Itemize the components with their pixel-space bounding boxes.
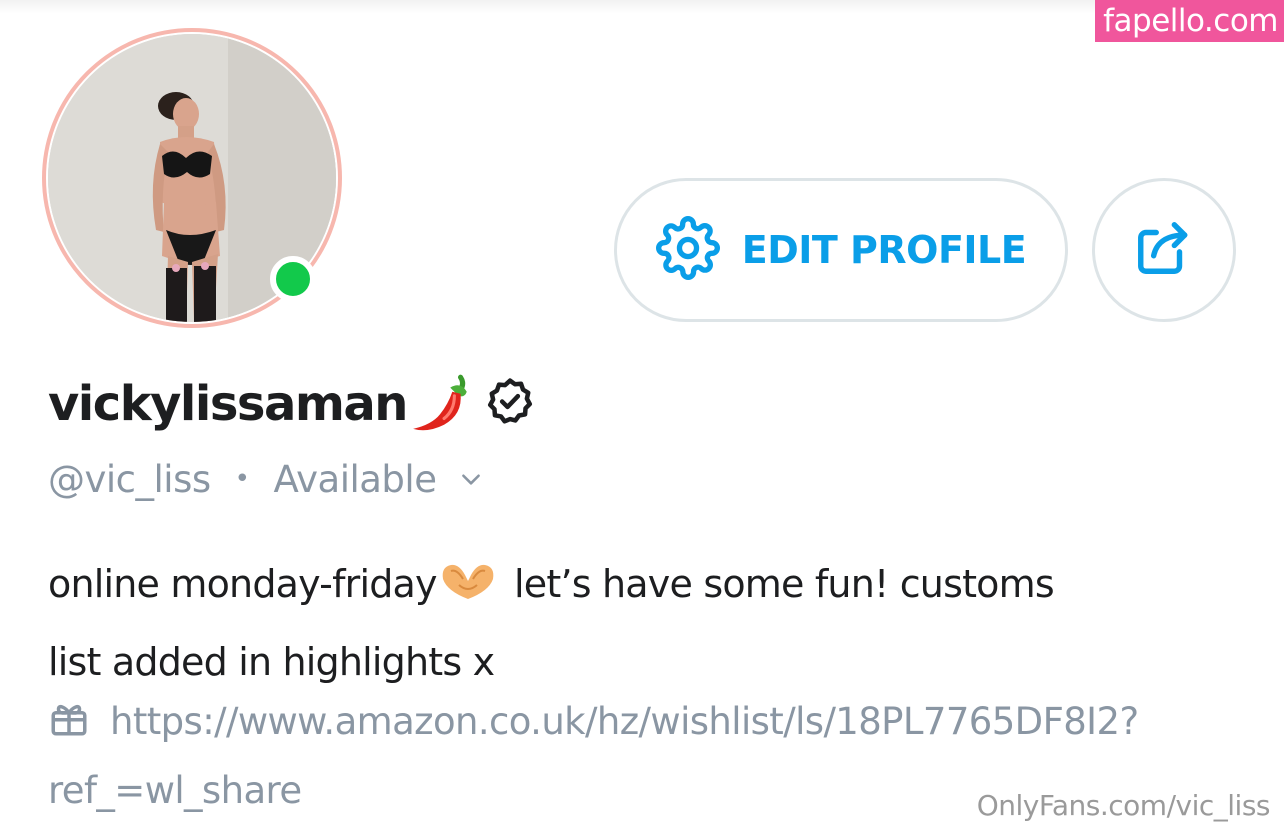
edit-profile-label: EDIT PROFILE	[741, 228, 1027, 272]
bio-text-line1: online monday-friday	[48, 562, 438, 606]
separator-dot: •	[234, 464, 250, 494]
share-button[interactable]	[1092, 178, 1236, 322]
gear-icon	[655, 216, 720, 284]
online-indicator	[270, 256, 316, 302]
footer-watermark: OnlyFans.com/vic_liss	[976, 789, 1271, 822]
handle-row: @vic_liss • Available	[48, 452, 484, 506]
availability-status-label: Available	[273, 457, 437, 501]
hot-pepper-icon	[409, 369, 475, 439]
edit-profile-button[interactable]: EDIT PROFILE	[614, 178, 1068, 322]
gift-icon	[48, 695, 90, 759]
username-handle: @vic_liss	[48, 457, 211, 501]
share-icon	[1133, 217, 1195, 283]
wishlist-link[interactable]: https://www.amazon.co.uk/hz/wishlist/ls/…	[48, 700, 1139, 812]
profile-page: fapello.com EDIT PROFILE vickylissaman @…	[0, 0, 1284, 832]
availability-status-dropdown[interactable]: Available	[273, 458, 484, 501]
display-name: vickylissaman	[48, 376, 408, 432]
display-name-row: vickylissaman	[48, 368, 537, 440]
top-shadow	[0, 0, 1284, 14]
chevron-down-icon	[458, 458, 484, 501]
bio-text-line2: list added in highlights x	[48, 640, 495, 684]
profile-bio: online monday-friday let’s have some fun…	[48, 548, 1238, 698]
bio-text-line1-rest: let’s have some fun! customs	[502, 562, 1055, 606]
verified-badge-icon	[483, 375, 537, 433]
heart-hands-icon	[439, 554, 497, 626]
site-watermark: fapello.com	[1095, 0, 1284, 42]
